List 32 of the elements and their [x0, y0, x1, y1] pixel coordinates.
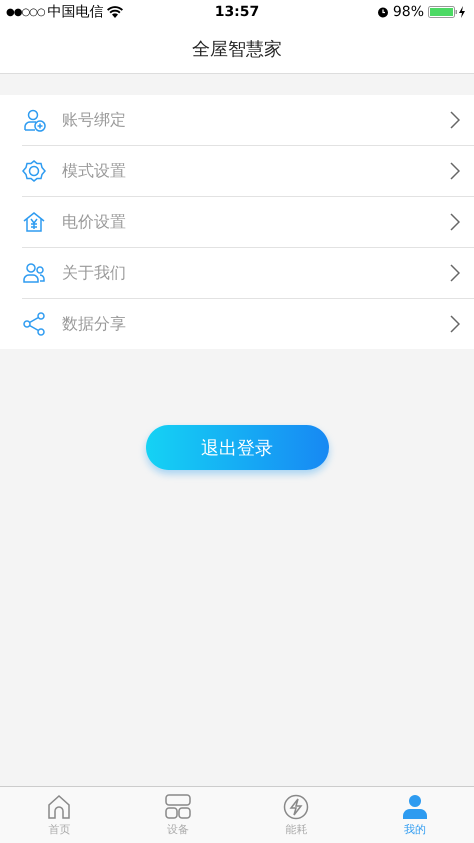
signal-strength: ●●○○○ [6, 6, 45, 18]
logout-button[interactable]: 退出登录 [146, 425, 328, 470]
tab-item[interactable]: 我的 [356, 787, 474, 843]
chevron-icon [450, 162, 460, 180]
house-icon [22, 210, 46, 234]
people-icon [22, 261, 46, 285]
home-icon [46, 794, 72, 820]
tab-item[interactable]: 能耗 [237, 787, 356, 843]
chevron-icon [450, 213, 460, 231]
settings-item[interactable]: 电价设置 [22, 197, 474, 248]
chevron-icon [450, 315, 460, 333]
tab-item[interactable]: 设备 [118, 787, 237, 843]
clock-time: 13:57 [214, 4, 260, 20]
battery-icon [428, 6, 468, 18]
chevron-icon [450, 111, 460, 129]
tab-item[interactable]: 首页 [0, 787, 118, 843]
settings-item[interactable]: 模式设置 [22, 146, 474, 197]
chevron-icon [450, 264, 460, 282]
grid-icon [164, 794, 191, 820]
share-icon [22, 312, 46, 336]
wifi-icon [106, 6, 123, 18]
alarm-icon [376, 6, 389, 18]
page-title: 全屋智慧家 [192, 38, 282, 60]
settings-item[interactable]: 关于我们 [22, 248, 474, 299]
carrier-name: 中国电信 [48, 3, 104, 21]
battery-percent: 98% [392, 4, 424, 20]
lightning-icon [283, 794, 310, 820]
settings-item[interactable]: 数据分享 [22, 299, 474, 349]
user-add-icon [22, 108, 46, 132]
gear-icon [22, 159, 46, 183]
settings-item[interactable]: 账号绑定 [22, 95, 474, 146]
person-icon [402, 794, 428, 820]
